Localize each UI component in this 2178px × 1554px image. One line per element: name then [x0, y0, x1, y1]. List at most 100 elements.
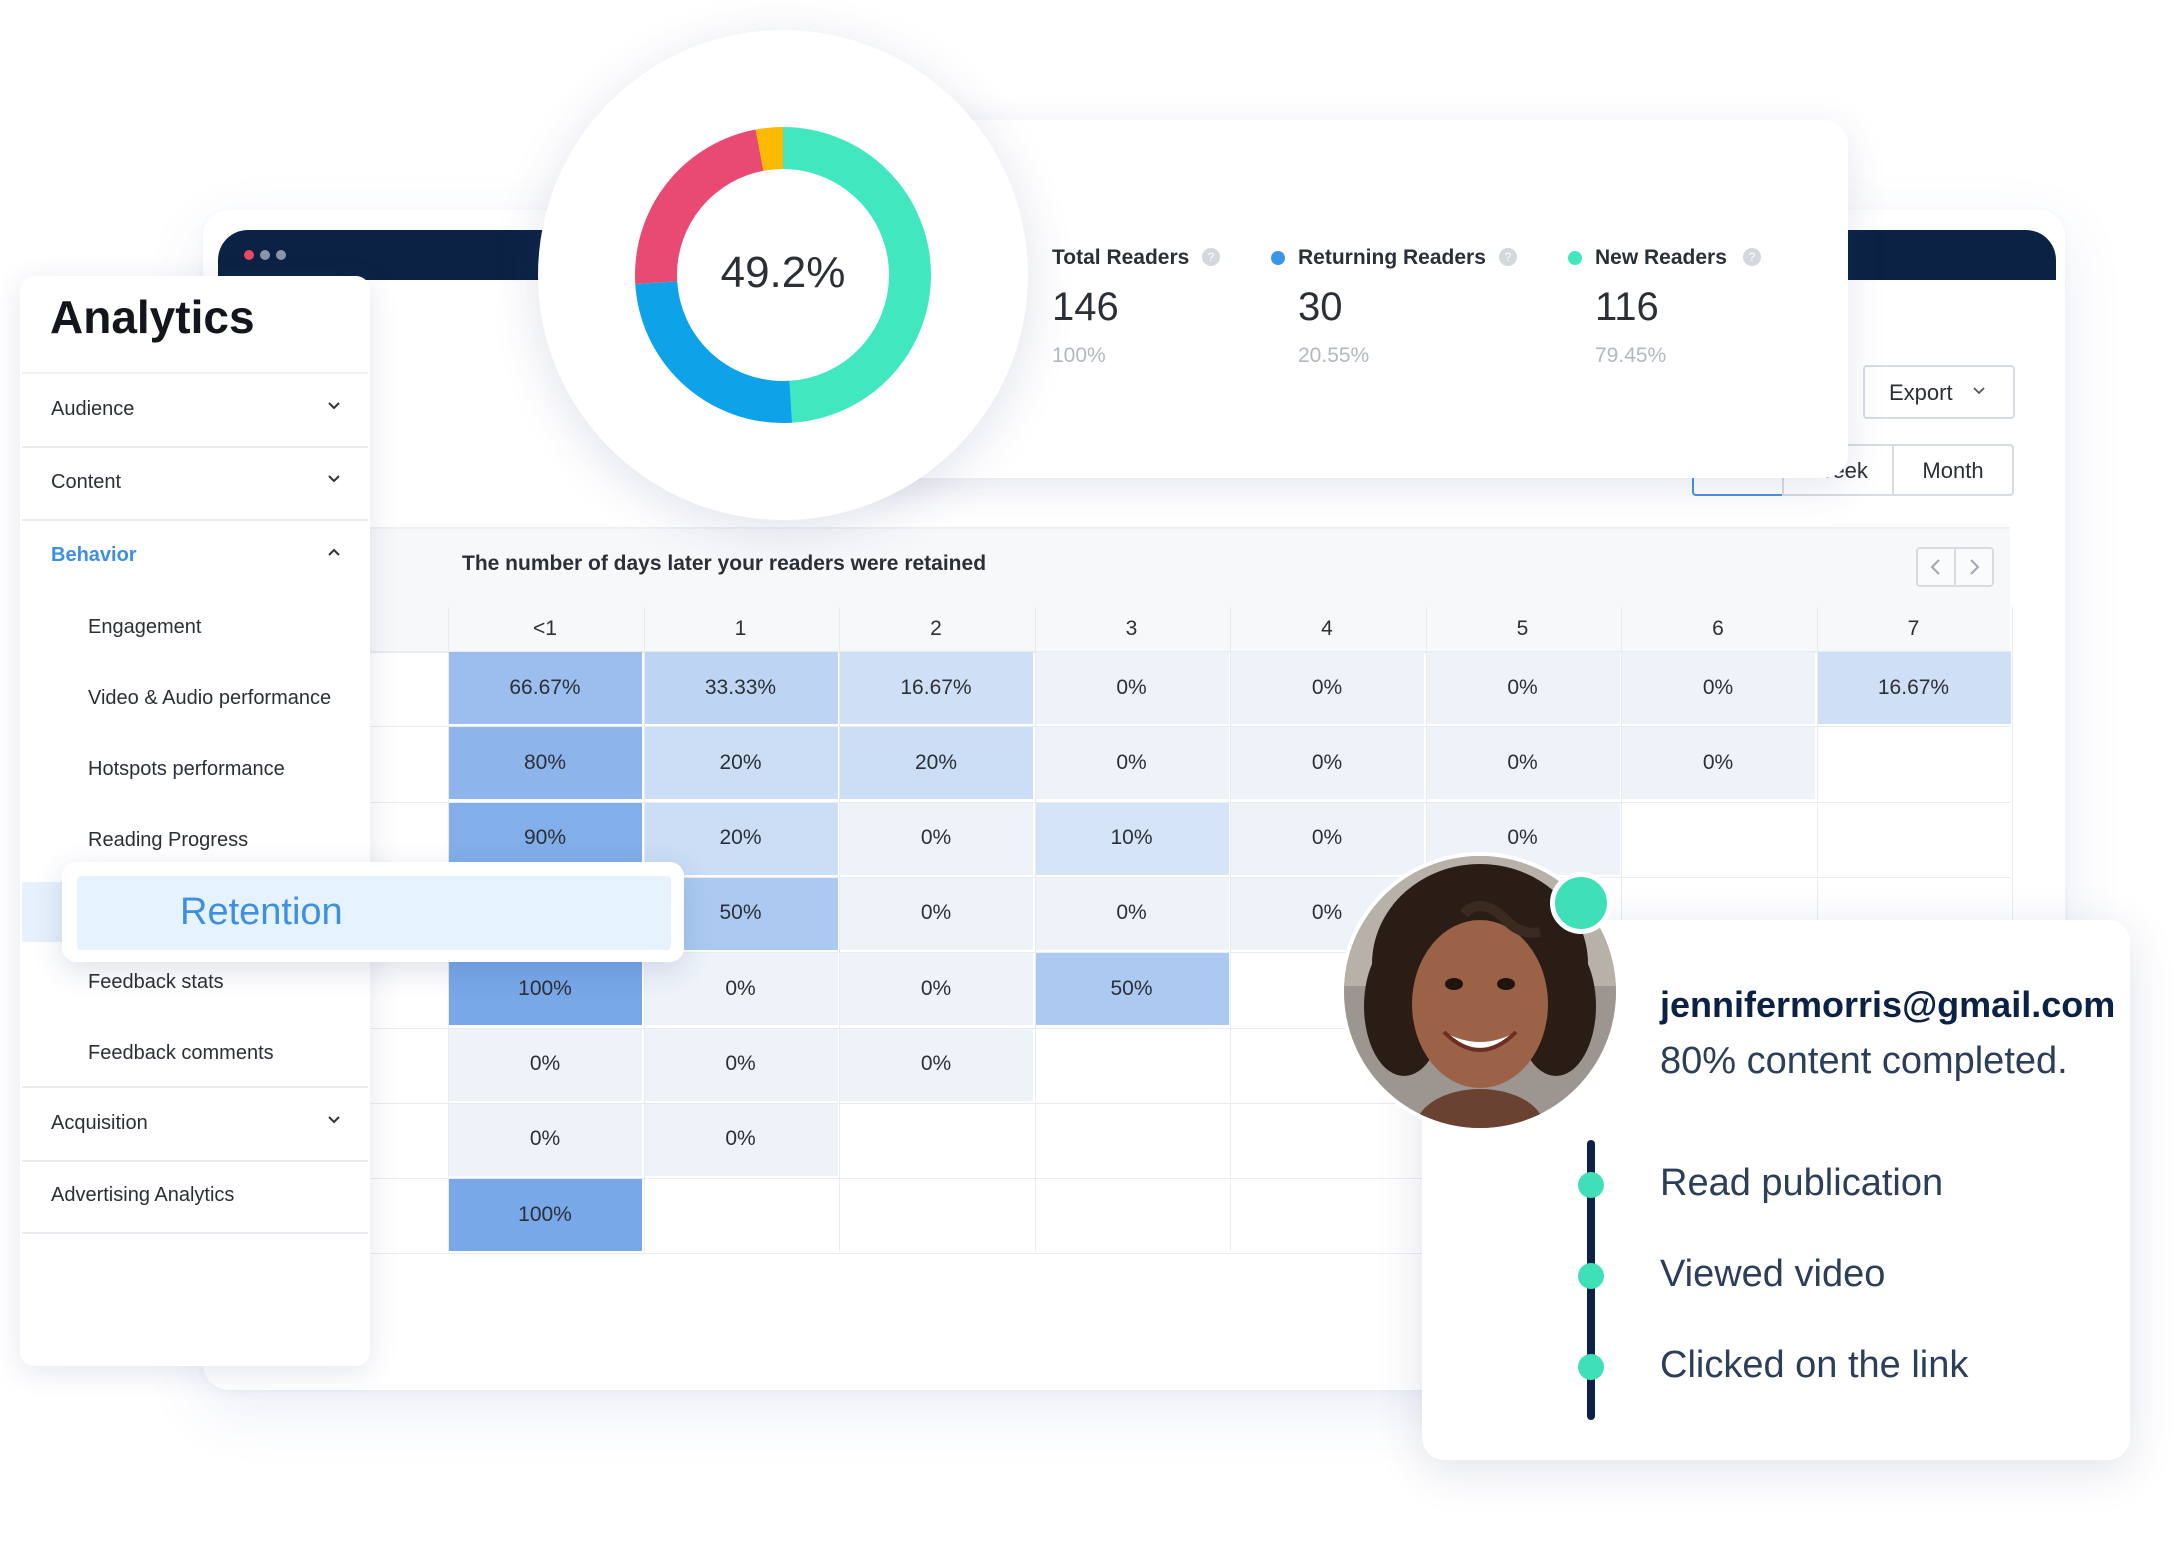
- period-month-tab[interactable]: Month: [1892, 444, 2014, 496]
- retention-cell: 0%: [1425, 726, 1620, 800]
- donut-card: 49.2%: [538, 30, 1028, 520]
- retention-cell: 10%: [1034, 801, 1229, 875]
- retention-cell: 0%: [1034, 726, 1229, 800]
- sidebar-section-label: Behavior: [51, 544, 137, 566]
- close-window-dot[interactable]: [244, 250, 254, 260]
- table-grid-line: [370, 801, 2010, 803]
- retention-cell: 0%: [1230, 801, 1424, 875]
- sidebar-item-reading-progress[interactable]: Reading Progress: [88, 829, 248, 852]
- retention-cell: 0%: [1230, 651, 1424, 724]
- retention-cell: 0%: [643, 1102, 838, 1176]
- retention-cell: 0%: [448, 1102, 642, 1176]
- table-grid-line: [1034, 607, 1036, 1251]
- retention-cell: 50%: [1034, 952, 1229, 1026]
- retention-cell: 0%: [839, 801, 1033, 875]
- chevron-down-icon: [328, 402, 340, 410]
- retention-cell: 66.67%: [448, 651, 642, 724]
- retention-cell: 100%: [448, 952, 642, 1026]
- retention-cell: 0%: [1621, 726, 1815, 800]
- stat-total-percent: 100%: [1052, 344, 1106, 367]
- period-month-label: Month: [1922, 458, 1984, 483]
- returning-legend-dot: [1271, 251, 1285, 265]
- retention-cell: 0%: [839, 952, 1033, 1026]
- chevron-left-icon: [1930, 559, 1940, 575]
- user-progress: 80% content completed.: [1660, 1040, 2068, 1082]
- help-icon[interactable]: ?: [1743, 248, 1761, 266]
- retention-cell: 100%: [448, 1178, 642, 1252]
- stat-new-value: 116: [1595, 285, 1659, 329]
- export-label: Export: [1889, 380, 1953, 405]
- retention-cell: 0%: [1034, 876, 1229, 950]
- retention-cell: 0%: [1230, 726, 1424, 800]
- help-icon[interactable]: ?: [1202, 248, 1220, 266]
- user-email: jennifermorris@gmail.com: [1660, 984, 2116, 1025]
- retention-cell: 16.67%: [1816, 651, 2011, 724]
- retention-cell: 0%: [1425, 651, 1620, 724]
- column-header: 5: [1516, 617, 1529, 640]
- table-grid-line: [1230, 607, 1231, 1251]
- retention-cell: 0%: [1621, 651, 1815, 724]
- timeline-dot: [1578, 1263, 1604, 1289]
- sidebar-item-feedback-stats[interactable]: Feedback stats: [88, 971, 224, 994]
- retention-cell: 20%: [839, 726, 1033, 800]
- column-header: 7: [1907, 617, 1920, 640]
- sidebar-section-advertising[interactable]: Advertising Analytics: [22, 1160, 368, 1234]
- sidebar-section-behavior[interactable]: Behavior: [22, 520, 368, 592]
- retention-cell: 0%: [643, 1027, 838, 1101]
- timeline-item-video: Viewed video: [1660, 1253, 1886, 1295]
- stat-new-percent: 79.45%: [1595, 344, 1667, 367]
- sidebar-item-engagement[interactable]: Engagement: [88, 616, 201, 639]
- help-icon[interactable]: ?: [1499, 248, 1517, 266]
- timeline-dot: [1578, 1354, 1604, 1380]
- column-header: 3: [1125, 617, 1138, 640]
- retention-cell: 33.33%: [643, 651, 838, 724]
- table-grid-line: [370, 651, 2010, 652]
- retention-cell: 0%: [1034, 651, 1229, 724]
- maximize-window-dot[interactable]: [276, 250, 286, 260]
- table-grid-line: [839, 607, 840, 1251]
- column-header: 6: [1712, 617, 1724, 640]
- column-header: 2: [930, 617, 942, 640]
- table-prev-button[interactable]: [1916, 547, 1956, 587]
- chevron-down-icon: [328, 1116, 340, 1124]
- sidebar-item-retention[interactable]: Retention: [77, 876, 671, 950]
- sidebar-item-feedback-comments[interactable]: Feedback comments: [88, 1042, 274, 1065]
- sidebar-section-label: Acquisition: [51, 1112, 148, 1134]
- online-status-dot: [1550, 872, 1612, 934]
- sidebar-section-acquisition[interactable]: Acquisition: [22, 1086, 368, 1162]
- sidebar-section-audience[interactable]: Audience: [22, 374, 368, 448]
- sidebar-item-video-audio[interactable]: Video & Audio performance: [88, 687, 331, 710]
- chevron-down-icon: [1973, 387, 1985, 395]
- retention-cell: 0%: [643, 952, 838, 1026]
- timeline-item-link: Clicked on the link: [1660, 1344, 1969, 1386]
- stat-returning-label: Returning Readers: [1298, 246, 1486, 269]
- sidebar-section-label: Advertising Analytics: [51, 1184, 235, 1206]
- sidebar-section-label: Audience: [51, 398, 135, 420]
- retention-cell: 16.67%: [839, 651, 1033, 724]
- table-grid-line: [370, 726, 2010, 728]
- table-next-button[interactable]: [1954, 547, 1994, 587]
- retention-cell: 0%: [448, 1027, 642, 1101]
- sidebar-item-hotspots[interactable]: Hotspots performance: [88, 758, 285, 781]
- chevron-right-icon: [1970, 559, 1980, 575]
- minimize-window-dot[interactable]: [260, 250, 270, 260]
- stat-total-label: Total Readers: [1052, 246, 1190, 269]
- chevron-up-icon: [328, 548, 340, 556]
- timeline-item-read: Read publication: [1660, 1162, 1944, 1204]
- export-button[interactable]: Export: [1863, 365, 2015, 419]
- column-header: <1: [533, 617, 557, 640]
- donut-center-value: 49.2%: [720, 248, 846, 297]
- sidebar-section-content[interactable]: Content: [22, 447, 368, 521]
- chevron-down-icon: [328, 475, 340, 483]
- column-header: 1: [734, 617, 747, 640]
- stat-new-label: New Readers: [1595, 246, 1727, 269]
- retention-cell: 0%: [839, 1027, 1033, 1101]
- sidebar-item-retention-label: Retention: [180, 891, 343, 933]
- new-legend-dot: [1568, 251, 1582, 265]
- sidebar-section-label: Content: [51, 471, 122, 493]
- retention-cell: 20%: [643, 726, 838, 800]
- column-header: 4: [1321, 617, 1333, 640]
- stat-returning-value: 30: [1298, 285, 1343, 329]
- timeline-dot: [1578, 1172, 1604, 1198]
- stat-total-value: 146: [1052, 285, 1119, 329]
